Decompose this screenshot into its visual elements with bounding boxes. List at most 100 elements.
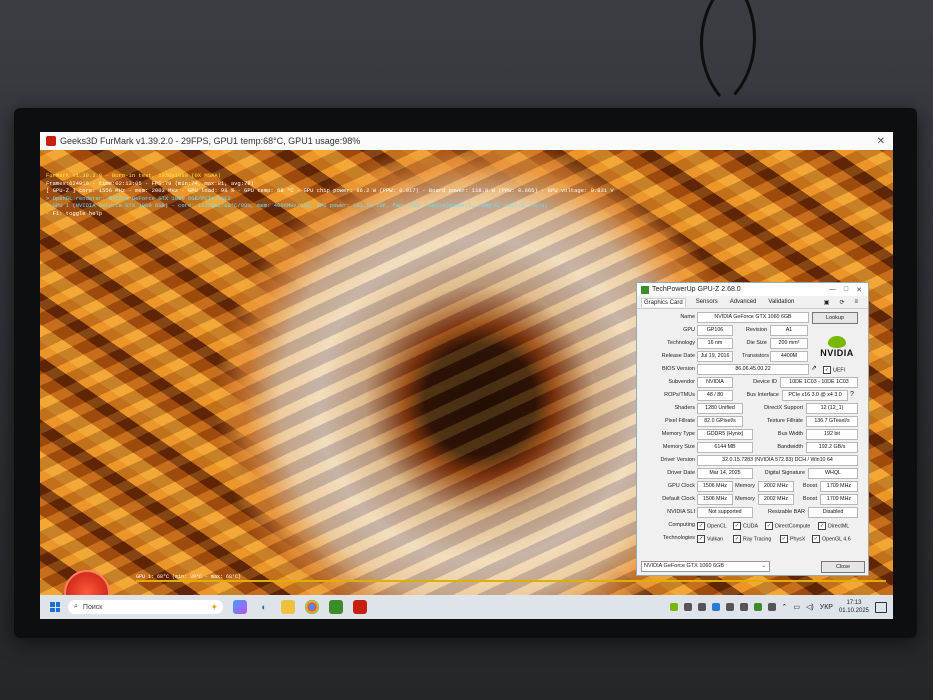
uefi-checkbox[interactable]: ✓ UEFI	[823, 366, 845, 374]
opencl-checkbox[interactable]: ✓ OpenCL	[697, 522, 727, 530]
row-memory-type: Memory Type GDDR5 (Hynix) Bus Width 192 …	[637, 428, 868, 441]
checkbox-label: DirectML	[828, 523, 850, 530]
field-label: Bandwidth	[777, 444, 803, 450]
checkbox-label: Ray Tracing	[743, 536, 772, 543]
search-box[interactable]: ⌕ Поиск ✦	[68, 600, 223, 614]
tray-icon[interactable]	[753, 603, 762, 611]
die-size-value: 200 mm²	[770, 338, 808, 349]
memory-type-value: GDDR5 (Hynix)	[697, 429, 753, 440]
close-icon[interactable]: ✕	[856, 286, 862, 294]
clock-time: 17:13	[846, 600, 862, 606]
furmark-titlebar[interactable]: Geeks3D FurMark v1.39.2.0 - 29FPS, GPU1 …	[40, 132, 893, 150]
gpuz-title: TechPowerUp GPU-Z 2.68.0	[652, 286, 741, 293]
minimize-icon[interactable]: —	[829, 286, 836, 294]
opengl-checkbox[interactable]: ✓ OpenGL 4.6	[812, 535, 851, 543]
close-icon[interactable]: ✕	[877, 136, 885, 147]
rops-tmus-value: 48 / 80	[697, 390, 733, 401]
chrome-icon[interactable]	[305, 600, 319, 614]
lookup-button[interactable]: Lookup	[812, 312, 858, 324]
checkbox-label: OpenCL	[707, 523, 727, 530]
tab-validation[interactable]: Validation	[766, 298, 796, 306]
refresh-icon[interactable]: ⟳	[837, 298, 846, 307]
ray-tracing-checkbox[interactable]: ✓ Ray Tracing	[733, 535, 771, 543]
revision-value: A1	[770, 325, 808, 336]
driver-version-value: 32.0.15.7283 (NVIDIA 572.83) DCH / Win10…	[697, 455, 858, 466]
row-default-clock: Default Clock 1506 MHz Memory 2002 MHz B…	[637, 493, 868, 506]
gpuz-titlebar[interactable]: TechPowerUp GPU-Z 2.68.0 — □ ✕	[637, 283, 868, 296]
nvidia-tray-icon[interactable]	[669, 603, 678, 611]
copilot-icon[interactable]	[233, 600, 247, 614]
field-label: Bus Width	[777, 431, 803, 437]
field-label: Resizable BAR	[768, 509, 805, 515]
tray-icon[interactable]	[725, 603, 734, 611]
directcompute-checkbox[interactable]: ✓ DirectCompute	[765, 522, 810, 530]
field-label: Release Date	[661, 353, 695, 359]
field-label: Computing	[668, 522, 695, 528]
driver-date-value: Mar 14, 2025	[697, 468, 753, 479]
furmark-app-icon	[46, 136, 56, 146]
hud-line: [ GPU-Z ] core: 1556 MHz - mem: 2003 MHz…	[46, 187, 614, 194]
hud-line: > OpenGL renderer: NVIDIA GeForce GTX 10…	[46, 194, 231, 202]
furmark-taskbar-icon[interactable]	[353, 600, 367, 614]
menu-icon[interactable]: ≡	[852, 298, 860, 307]
help-icon[interactable]: ?	[850, 391, 854, 398]
gpu-select-value: NVIDIA GeForce GTX 1060 6GB	[644, 563, 725, 569]
share-icon[interactable]: ⇗	[811, 364, 817, 372]
temperature-graph-line	[136, 580, 886, 582]
field-label: Default Clock	[662, 496, 695, 502]
cuda-checkbox[interactable]: ✓ CUDA	[733, 522, 758, 530]
vulkan-checkbox[interactable]: ✓ Vulkan	[697, 535, 723, 543]
notification-icon[interactable]	[875, 601, 887, 613]
technology-value: 16 nm	[697, 338, 733, 349]
checkbox-label: CUDA	[743, 523, 759, 530]
clock[interactable]: 17:13 01.10.2025	[839, 599, 869, 615]
transistors-value: 4400M	[770, 351, 808, 362]
edge-icon[interactable]: ◐	[257, 600, 271, 614]
directml-checkbox[interactable]: ✓ DirectML	[818, 522, 849, 530]
checkbox-icon: ✓	[697, 535, 705, 543]
furmark-window-title: Geeks3D FurMark v1.39.2.0 - 29FPS, GPU1 …	[60, 136, 361, 146]
row-memory-size: Memory Size 6144 MB Bandwidth 192.2 GB/s	[637, 441, 868, 454]
network-icon[interactable]: ▭	[793, 603, 800, 611]
tab-sensors[interactable]: Sensors	[694, 298, 720, 306]
row-technologies: Technologies ✓ Vulkan ✓ Ray Tracing ✓ PhysX…	[637, 532, 868, 545]
field-label: Bus Interface	[746, 392, 779, 398]
tray-icon[interactable]	[697, 603, 706, 611]
chevron-up-icon[interactable]: ⌃	[782, 603, 788, 611]
field-label: GPU Clock	[667, 483, 695, 489]
language-indicator[interactable]: УКР	[820, 604, 833, 611]
nvidia-logo-text: NVIDIA	[820, 348, 854, 358]
camera-icon[interactable]: ▣	[822, 298, 832, 307]
field-label: Texture Fillrate	[766, 418, 803, 424]
physx-checkbox[interactable]: ✓ PhysX	[780, 535, 805, 543]
checkbox-icon: ✓	[823, 366, 831, 374]
field-label: Die Size	[746, 340, 767, 346]
tray-icon[interactable]	[683, 603, 692, 611]
default-memory-clock-value: 2002 MHz	[758, 494, 794, 505]
hud-line: > GPU 1 (NVIDIA GeForce GTX 1060 6GB) - …	[46, 202, 548, 209]
field-label: Name	[680, 314, 695, 320]
file-explorer-icon[interactable]	[281, 600, 295, 614]
close-button[interactable]: Close	[821, 561, 865, 573]
gpuz-taskbar-icon[interactable]	[329, 600, 343, 614]
maximize-icon[interactable]: □	[844, 286, 848, 294]
taskbar: ⌕ Поиск ✦ ◐ ⌃ ▭ ◁) УКР 17:13 01.10.2025	[40, 595, 893, 619]
tab-advanced[interactable]: Advanced	[728, 298, 759, 306]
field-label: Technologies	[662, 535, 695, 541]
gpu-value: GP106	[697, 325, 733, 336]
tray-icon[interactable]	[739, 603, 748, 611]
tab-graphics-card[interactable]: Graphics Card	[641, 297, 686, 307]
volume-icon[interactable]: ◁)	[806, 603, 814, 611]
field-label: Transistors	[742, 353, 769, 359]
system-tray: ⌃ ▭ ◁) УКР 17:13 01.10.2025	[669, 599, 887, 615]
field-label: DirectX Support	[764, 405, 803, 411]
field-label: Revision	[745, 327, 767, 333]
field-label: Device ID	[753, 379, 777, 385]
tray-icon[interactable]	[767, 603, 776, 611]
tray-icon[interactable]	[711, 603, 720, 611]
nvidia-logo: NVIDIA	[815, 336, 859, 366]
windows-start-icon[interactable]	[50, 602, 60, 612]
field-label: Driver Version	[660, 457, 695, 463]
gpu-select[interactable]: NVIDIA GeForce GTX 1060 6GB ⌄	[641, 561, 770, 572]
field-label: Memory	[735, 496, 755, 502]
